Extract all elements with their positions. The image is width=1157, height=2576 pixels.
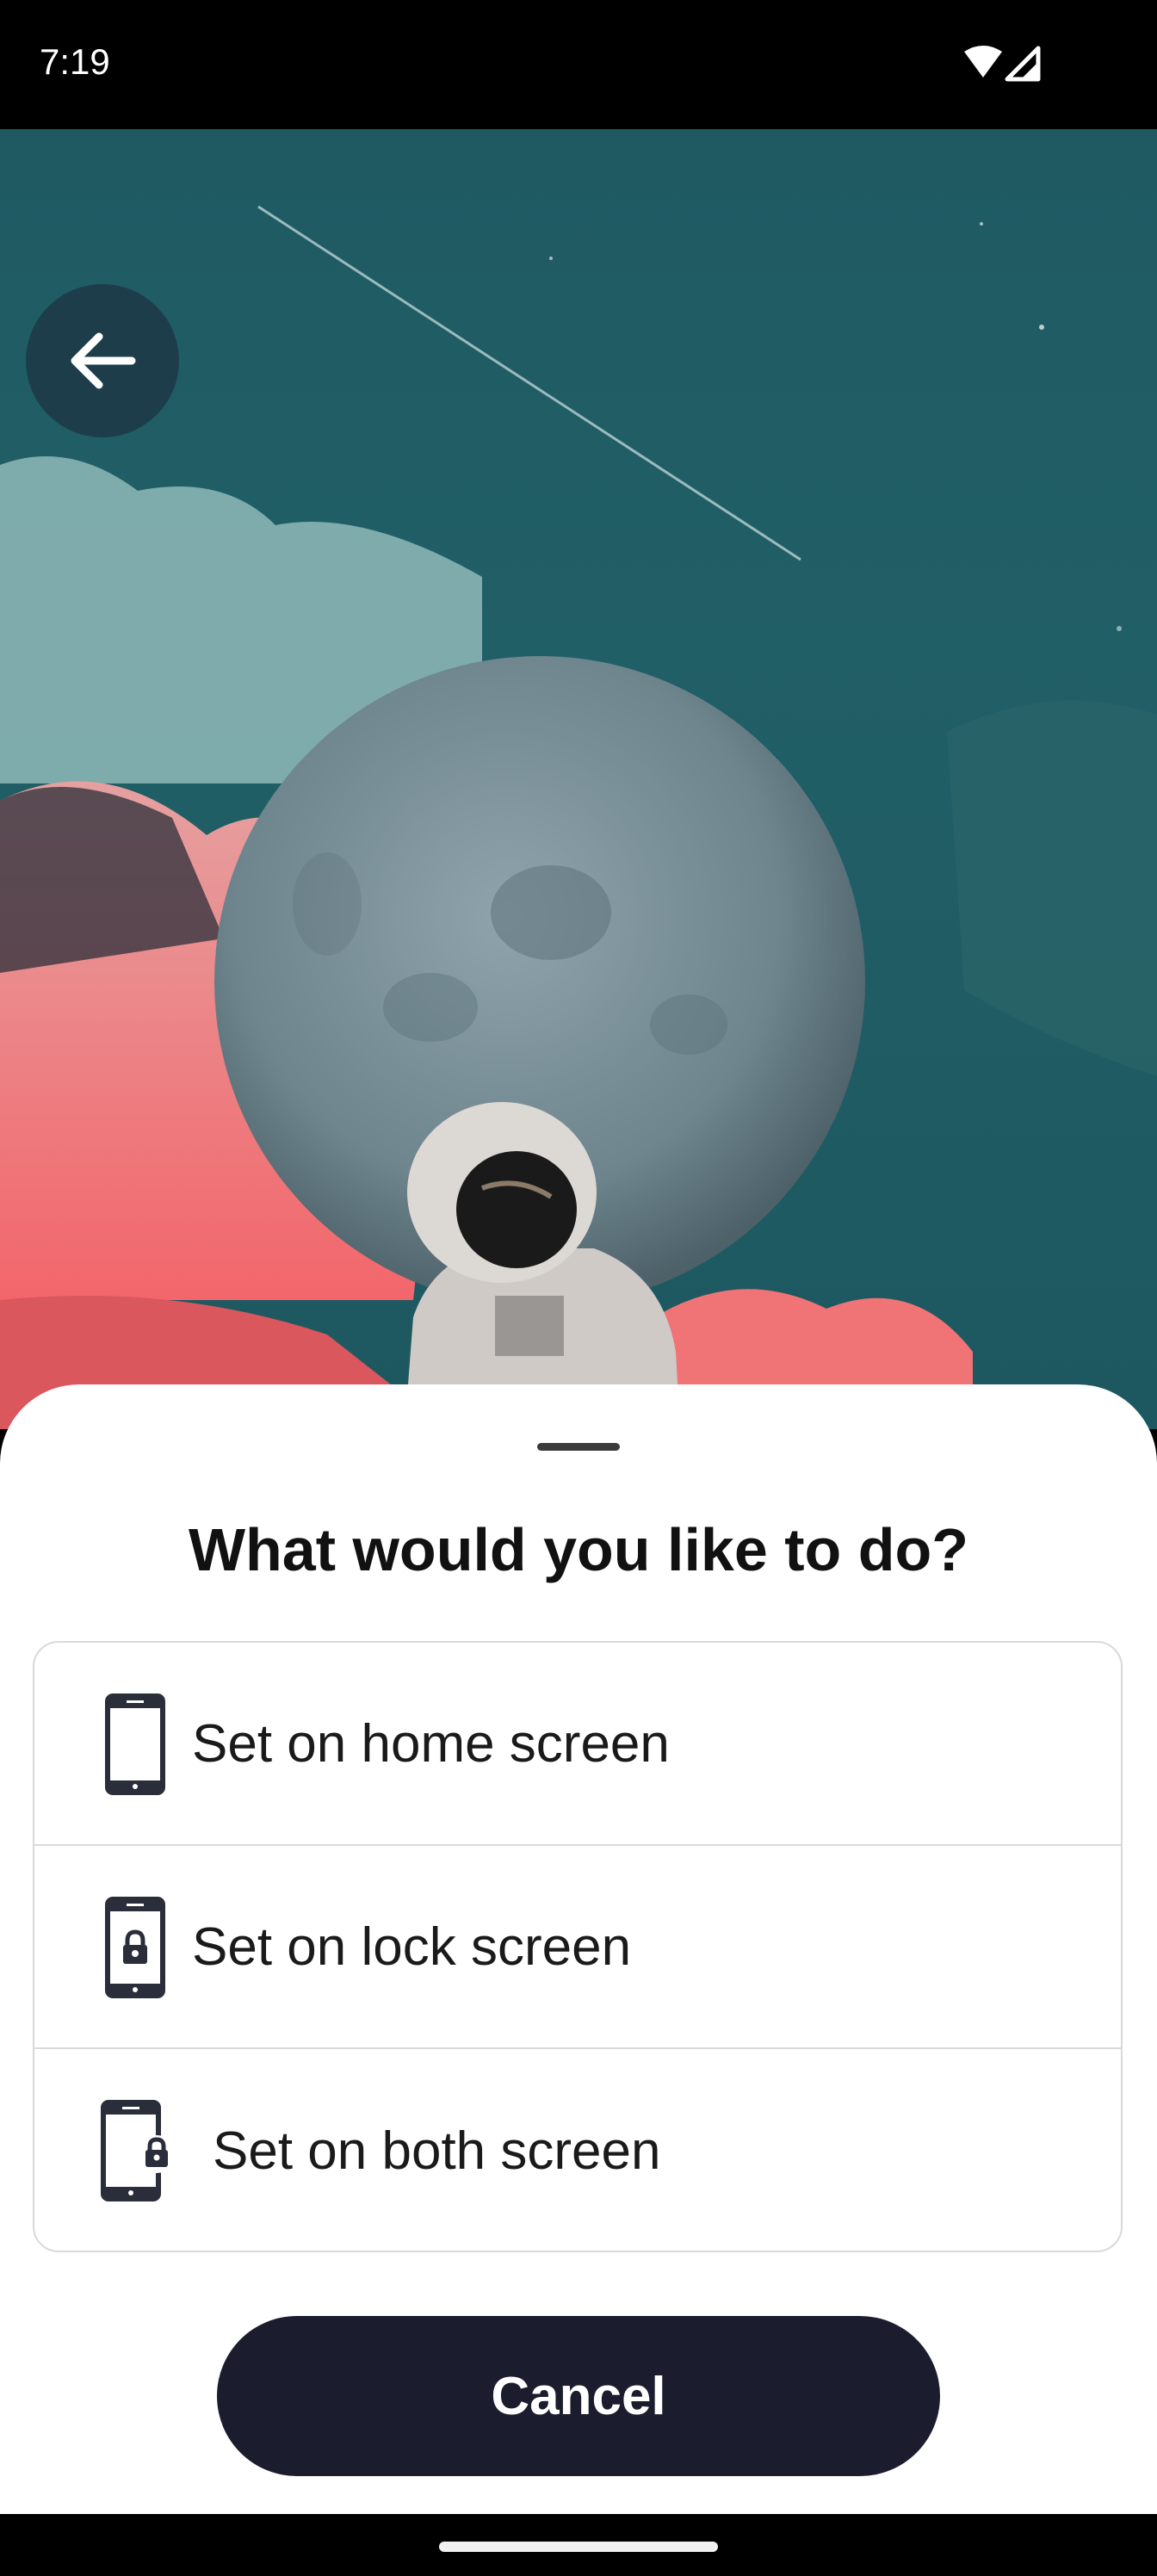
option-set-lock-screen[interactable]: Set on lock screen [34,1846,1121,2049]
wallpaper-image [0,205,1157,1429]
option-label-both: Set on both screen [213,2121,661,2181]
wifi-icon [964,46,1002,77]
status-time: 7:19 [40,41,110,82]
status-bar: 7:19 [0,0,1157,129]
phone-both-icon [101,2100,174,2201]
drag-handle[interactable] [537,1443,620,1451]
action-bottom-sheet: What would you like to do? Set on home s… [0,1384,1157,2514]
options-list: Set on home screen Set on lock screen Se… [33,1641,1123,2252]
arrow-left-icon [71,332,136,389]
sheet-title: What would you like to do? [188,1516,969,1583]
home-gesture-handle[interactable] [439,2542,718,2552]
cell-signal-icon [1005,46,1041,82]
phone-lock-icon [105,1897,165,1998]
status-icons [962,45,1049,87]
navigation-bar [0,2514,1157,2576]
wallpaper-preview [0,129,1157,1429]
cancel-button[interactable]: Cancel [217,2316,940,2476]
phone-icon [105,1694,165,1795]
option-set-both-screens[interactable]: Set on both screen [34,2049,1121,2251]
option-set-home-screen[interactable]: Set on home screen [34,1643,1121,1846]
back-button[interactable] [26,284,179,437]
option-label-home: Set on home screen [192,1713,670,1774]
option-label-lock: Set on lock screen [192,1917,632,1977]
